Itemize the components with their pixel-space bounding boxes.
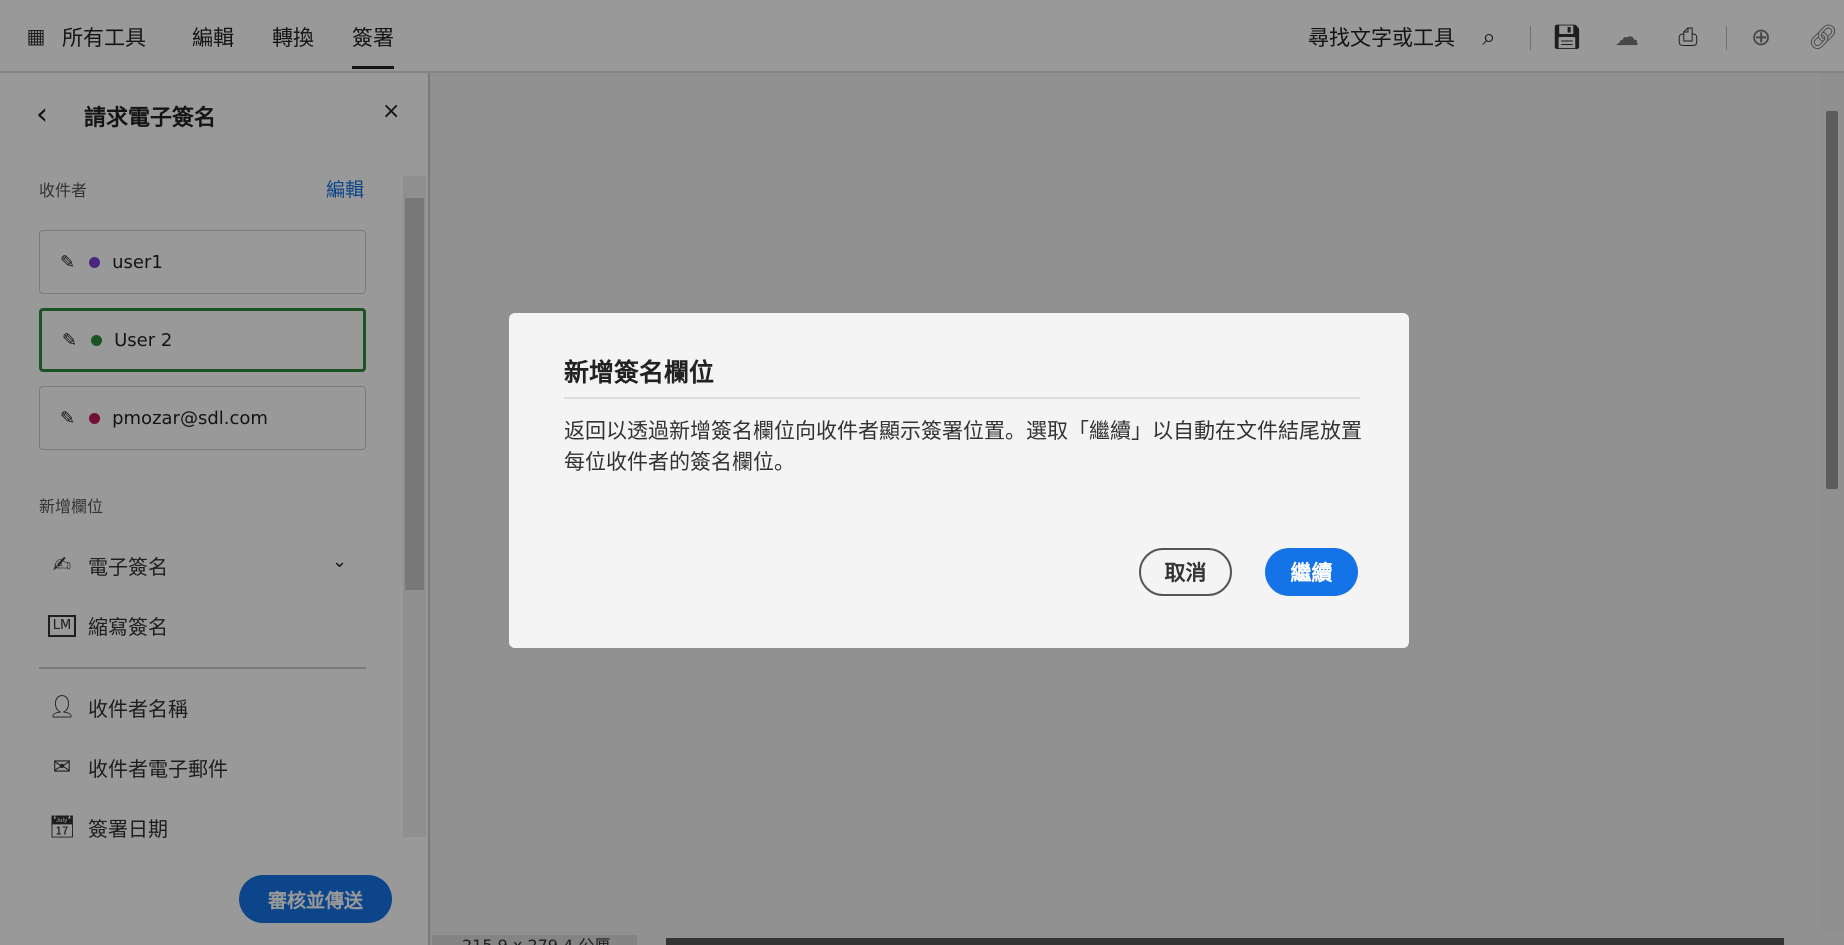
divider bbox=[564, 397, 1360, 399]
add-signature-fields-dialog: 新增簽名欄位 返回以透過新增簽名欄位向收件者顯示簽署位置。選取「繼續」以自動在文… bbox=[509, 313, 1409, 648]
dialog-title: 新增簽名欄位 bbox=[564, 353, 714, 389]
cancel-button[interactable]: 取消 bbox=[1139, 548, 1232, 596]
continue-button[interactable]: 繼續 bbox=[1265, 548, 1358, 596]
dialog-message: 返回以透過新增簽名欄位向收件者顯示簽署位置。選取「繼續」以自動在文件結尾放置每位… bbox=[564, 416, 1364, 478]
